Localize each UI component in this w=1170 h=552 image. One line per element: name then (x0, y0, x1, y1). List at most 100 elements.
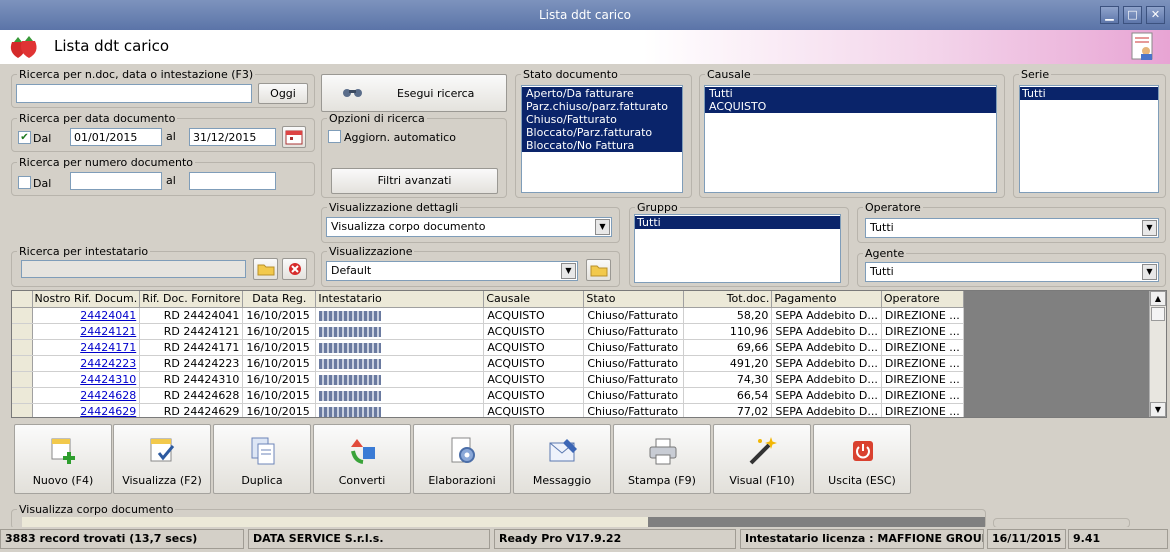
causale-legend: Causale (705, 68, 753, 81)
doc-ref-link[interactable]: 24424171 (32, 339, 141, 356)
table-row[interactable]: 24424629 RD 24424629 16/10/2015 ACQUISTO Chi… (12, 403, 964, 417)
doc-status-list[interactable]: Aperto/Da fatturare Parz.chiuso/parz.fat… (521, 85, 683, 193)
column-header[interactable]: Pagamento (771, 291, 882, 308)
column-header[interactable]: Causale (483, 291, 585, 308)
status-date: 16/11/2015 (987, 529, 1066, 549)
agent-select[interactable]: Tutti ▼ (865, 262, 1159, 282)
date-from-input[interactable]: 01/01/2015 (70, 128, 162, 146)
number-from-input[interactable] (70, 172, 162, 190)
today-button[interactable]: Oggi (258, 83, 308, 104)
row-indicator[interactable] (12, 387, 33, 404)
serie-list[interactable]: Tutti (1019, 85, 1159, 193)
causale-cell: ACQUISTO (483, 403, 585, 417)
chevron-down-icon[interactable]: ▼ (1142, 264, 1157, 280)
holder-search-input[interactable] (21, 260, 246, 278)
date-from-checkbox[interactable]: ✔ (18, 131, 31, 144)
table-row[interactable]: 24424223 RD 24424223 16/10/2015 ACQUISTO Chi… (12, 355, 964, 372)
table-row[interactable]: 24424628 RD 24424628 16/10/2015 ACQUISTO Chi… (12, 387, 964, 404)
holder-folder-button[interactable] (253, 258, 278, 280)
doc-status-item[interactable]: Parz.chiuso/parz.fatturato (524, 100, 682, 113)
column-header[interactable]: Operatore (881, 291, 964, 308)
advanced-filters-button[interactable]: Filtri avanzati (331, 168, 498, 194)
number-from-checkbox[interactable] (18, 176, 31, 189)
print-button[interactable]: Stampa (F9) (613, 424, 711, 494)
row-indicator[interactable] (12, 307, 33, 324)
doc-status-item[interactable]: Bloccato/Parz.fatturato (524, 126, 682, 139)
total-cell: 74,30 (683, 371, 773, 388)
column-header[interactable]: Tot.doc. (683, 291, 773, 308)
table-row[interactable]: 24424171 RD 24424171 16/10/2015 ACQUISTO Chi… (12, 339, 964, 356)
column-header[interactable]: Rif. Doc. Fornitore (139, 291, 244, 308)
group-list[interactable]: Tutti (634, 214, 841, 283)
duplicate-button[interactable]: Duplica (213, 424, 311, 494)
close-button[interactable]: ✕ (1146, 6, 1165, 24)
causale-item[interactable]: Tutti (707, 87, 996, 100)
scroll-thumb[interactable] (1151, 307, 1165, 321)
exit-button[interactable]: Uscita (ESC) (813, 424, 911, 494)
documents-grid[interactable]: Nostro Rif. Docum. Rif. Doc. Fornitore D… (11, 290, 1167, 418)
causale-list[interactable]: Tutti ACQUISTO (704, 85, 997, 193)
number-to-input[interactable] (189, 172, 276, 190)
table-row[interactable]: 24424310 RD 24424310 16/10/2015 ACQUISTO Chi… (12, 371, 964, 388)
doc-status-item[interactable]: Chiuso/Fatturato (524, 113, 682, 126)
operator-select[interactable]: Tutti ▼ (865, 218, 1159, 238)
doc-ref-link[interactable]: 24424041 (32, 307, 141, 324)
search-button[interactable]: Esegui ricerca (321, 74, 507, 112)
grid-vertical-scrollbar[interactable]: ▲ ▼ (1149, 291, 1166, 417)
view-button-label: Visualizza (F2) (122, 474, 202, 487)
visual-button[interactable]: Visual (F10) (713, 424, 811, 494)
message-button[interactable]: Messaggio (513, 424, 611, 494)
doc-ref-link[interactable]: 24424629 (32, 403, 141, 417)
date-to-input[interactable]: 31/12/2015 (189, 128, 276, 146)
process-button[interactable]: Elaborazioni (413, 424, 511, 494)
minimize-button[interactable]: ▁ (1100, 6, 1119, 24)
text-search-input[interactable] (16, 84, 252, 103)
details-view-select[interactable]: Visualizza corpo documento ▼ (326, 217, 612, 237)
date-cell: 16/10/2015 (242, 403, 317, 417)
column-header[interactable]: Stato (583, 291, 685, 308)
redacted-name (319, 374, 382, 385)
maximize-button[interactable]: □ (1123, 6, 1142, 24)
view-button[interactable]: Visualizza (F2) (113, 424, 211, 494)
doc-status-item[interactable]: Bloccato/No Fattura (524, 139, 682, 152)
view-folder-button[interactable] (586, 259, 611, 281)
view-select[interactable]: Default ▼ (326, 261, 578, 281)
chevron-down-icon[interactable]: ▼ (595, 219, 610, 235)
row-indicator[interactable] (12, 355, 33, 372)
column-header[interactable]: Nostro Rif. Docum. (32, 291, 141, 308)
chevron-down-icon[interactable]: ▼ (561, 263, 576, 279)
auto-update-checkbox[interactable] (328, 130, 341, 143)
doc-ref-link[interactable]: 24424628 (32, 387, 141, 404)
serie-item[interactable]: Tutti (1020, 87, 1158, 100)
holder-cell (315, 371, 485, 388)
calendar-icon (285, 130, 303, 145)
row-indicator[interactable] (12, 323, 33, 340)
users-list-icon[interactable] (1130, 32, 1158, 62)
doc-status-item[interactable]: Aperto/Da fatturare (524, 87, 682, 100)
scroll-up-icon[interactable]: ▲ (1150, 291, 1166, 306)
group-item[interactable]: Tutti (635, 216, 840, 229)
calendar-button[interactable] (282, 126, 306, 148)
body-view-grid[interactable] (22, 517, 985, 527)
convert-button[interactable]: Converti (313, 424, 411, 494)
strawberry-logo-icon (10, 36, 37, 58)
date-cell: 16/10/2015 (242, 371, 317, 388)
table-row[interactable]: 24424041 RD 24424041 16/10/2015 ACQUISTO Chi… (12, 307, 964, 324)
row-indicator[interactable] (12, 403, 33, 417)
doc-ref-link[interactable]: 24424223 (32, 355, 141, 372)
causale-item[interactable]: ACQUISTO (707, 100, 996, 113)
new-button[interactable]: Nuovo (F4) (14, 424, 112, 494)
process-button-label: Elaborazioni (428, 474, 496, 487)
column-header[interactable]: Data Reg. (242, 291, 317, 308)
duplicate-icon (251, 437, 275, 465)
table-row[interactable]: 24424121 RD 24424121 16/10/2015 ACQUISTO Chi… (12, 323, 964, 340)
holder-clear-button[interactable] (282, 258, 307, 280)
row-indicator[interactable] (12, 339, 33, 356)
doc-ref-link[interactable]: 24424121 (32, 323, 141, 340)
scroll-down-icon[interactable]: ▼ (1150, 402, 1166, 417)
holder-cell (315, 339, 485, 356)
chevron-down-icon[interactable]: ▼ (1142, 220, 1157, 236)
row-indicator[interactable] (12, 371, 33, 388)
doc-ref-link[interactable]: 24424310 (32, 371, 141, 388)
column-header[interactable]: Intestatario (315, 291, 485, 308)
